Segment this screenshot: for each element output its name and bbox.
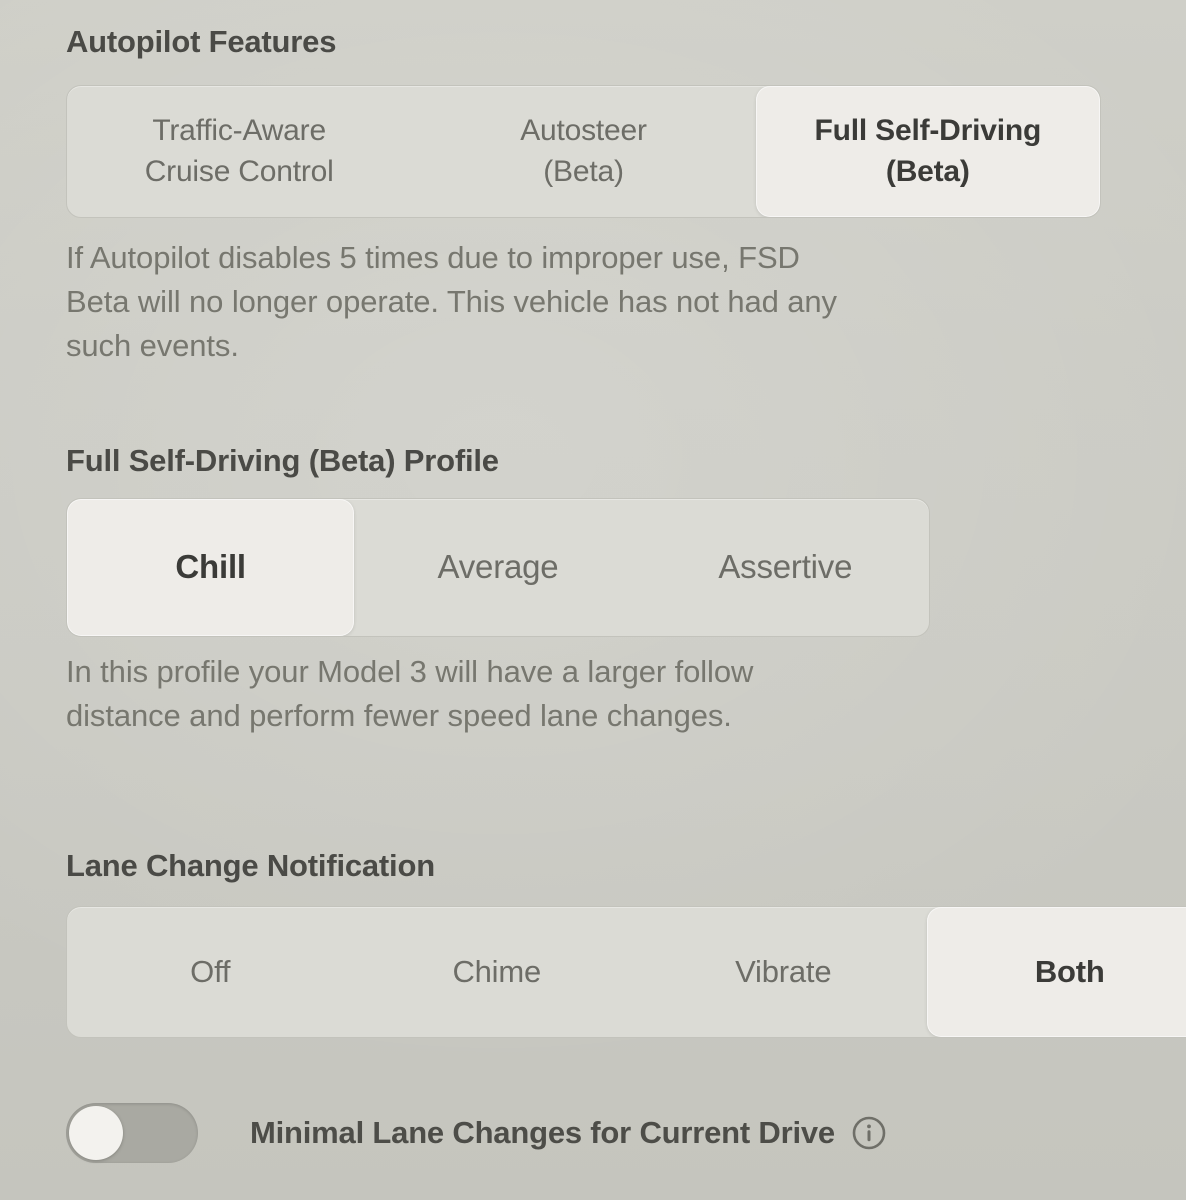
segment-both[interactable]: Both [926, 907, 1186, 1037]
fsd-profile-description: In this profile your Model 3 will have a… [66, 654, 754, 734]
autopilot-features-segmented-control[interactable]: Traffic-Aware Cruise Control Autosteer (Be… [66, 85, 1101, 218]
fsd-profile-heading: Full Self-Driving (Beta) Profile [66, 443, 499, 478]
toggle-knob [69, 1106, 123, 1160]
lane-change-notification-heading: Lane Change Notification [66, 848, 435, 883]
segment-full-self-driving-beta[interactable]: Full Self-Driving (Beta) [755, 86, 1100, 217]
segment-autosteer-beta[interactable]: Autosteer (Beta) [411, 86, 755, 217]
segment-average[interactable]: Average [354, 499, 641, 636]
info-circle-icon[interactable] [851, 1115, 887, 1151]
segment-chime[interactable]: Chime [354, 907, 641, 1037]
segment-off[interactable]: Off [67, 907, 354, 1037]
fsd-profile-segmented-control[interactable]: Chill Average Assertive [66, 498, 930, 637]
autopilot-features-description: If Autopilot disables 5 times due to imp… [66, 240, 837, 364]
segment-assertive[interactable]: Assertive [642, 499, 929, 636]
minimal-lane-changes-toggle[interactable] [66, 1103, 198, 1163]
lane-change-notification-segmented-control[interactable]: Off Chime Vibrate Both [66, 906, 1186, 1038]
minimal-lane-changes-row: Minimal Lane Changes for Current Drive [66, 1098, 887, 1168]
autopilot-features-heading: Autopilot Features [66, 24, 337, 59]
segment-chill[interactable]: Chill [67, 499, 355, 636]
segment-vibrate[interactable]: Vibrate [640, 907, 927, 1037]
minimal-lane-changes-label: Minimal Lane Changes for Current Drive [250, 1115, 835, 1150]
segment-traffic-aware-cruise-control[interactable]: Traffic-Aware Cruise Control [67, 86, 411, 217]
autopilot-settings-panel: Autopilot Features Traffic-Aware Cruise C… [0, 0, 1186, 1200]
